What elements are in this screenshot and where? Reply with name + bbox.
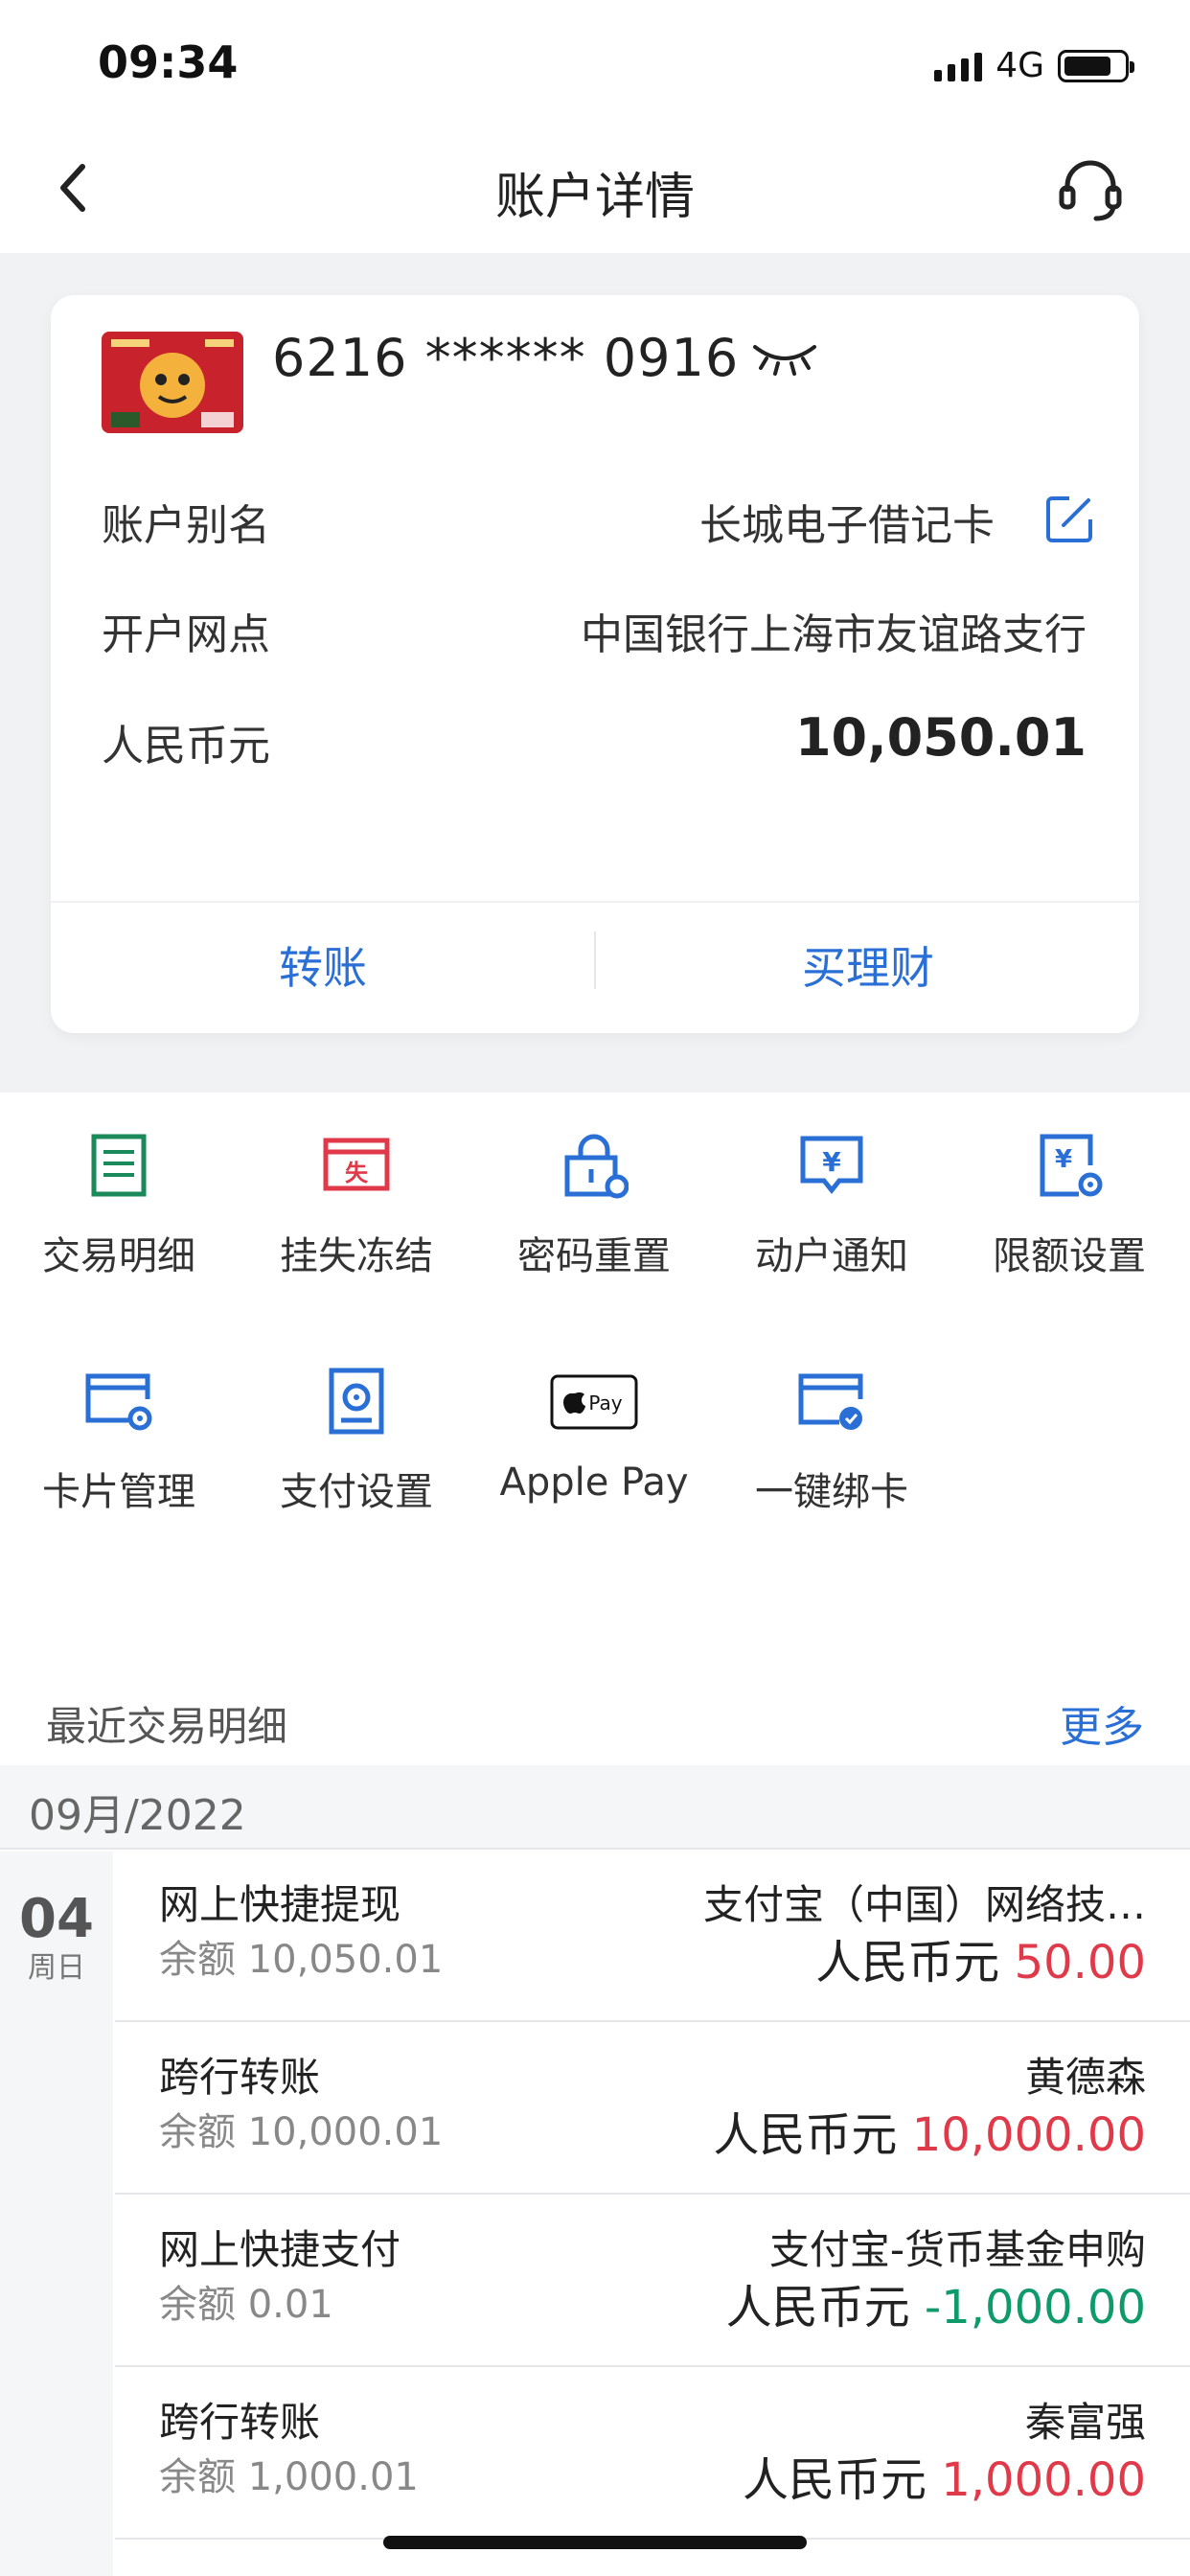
transaction-party: 黄德森 <box>1024 2054 1146 2101</box>
func-card-management[interactable]: 卡片管理 <box>0 1367 238 1516</box>
card-number: 6216 ****** 0916 <box>272 328 740 388</box>
card-image <box>102 332 243 433</box>
home-indicator[interactable] <box>383 2536 807 2549</box>
svg-text:¥: ¥ <box>822 1146 841 1178</box>
amount-value: 50.00 <box>1014 1936 1146 1990</box>
pay-settings-icon <box>329 1368 384 1435</box>
func-label: 一键绑卡 <box>755 1470 908 1514</box>
func-label: 交易明细 <box>42 1234 195 1278</box>
alias-label: 账户别名 <box>102 501 270 550</box>
func-label: 支付设置 <box>280 1470 433 1514</box>
amount-value: -1,000.00 <box>924 2281 1146 2334</box>
transaction-type: 网上快捷支付 <box>159 2226 401 2273</box>
currency-label: 人民币元 <box>725 2281 910 2334</box>
func-payment-settings[interactable]: 支付设置 <box>238 1367 475 1516</box>
transaction-row[interactable]: 跨行转账 余额 1,000.01 秦富强 人民币元 1,000.00 <box>115 2367 1190 2540</box>
bind-card-icon <box>798 1373 863 1430</box>
currency-label: 人民币元 <box>815 1936 1000 1990</box>
transaction-amount: 人民币元 10,000.00 <box>713 2097 1146 2164</box>
transaction-balance: 余额 0.01 <box>159 2283 333 2327</box>
report-loss-icon: 失 <box>323 1138 390 1191</box>
svg-text:Pay: Pay <box>588 1392 622 1414</box>
alias-value: 长城电子借记卡 <box>699 501 995 550</box>
func-account-notify[interactable]: ¥ 动户通知 <box>713 1131 950 1280</box>
transaction-party: 秦富强 <box>1024 2399 1146 2446</box>
battery-icon <box>1058 49 1134 82</box>
more-link[interactable]: 更多 <box>1060 1692 1144 1754</box>
func-label: Apple Pay <box>499 1460 689 1505</box>
eye-closed-icon[interactable] <box>751 337 818 376</box>
chevron-left-icon[interactable] <box>44 153 102 222</box>
day-number: 04 <box>19 1888 94 1950</box>
notify-icon: ¥ <box>800 1136 863 1195</box>
limit-settings-icon: ¥ <box>1040 1134 1103 1197</box>
amount-value: 1,000.00 <box>941 2453 1146 2507</box>
branch-value: 中国银行上海市友谊路支行 <box>581 610 1087 659</box>
func-apple-pay[interactable]: Pay Apple Pay <box>475 1367 713 1505</box>
page-title: 账户详情 <box>494 169 695 226</box>
func-password-reset[interactable]: 密码重置 <box>475 1131 713 1280</box>
transaction-amount: 人民币元 1,000.00 <box>743 2442 1146 2509</box>
transaction-type: 跨行转账 <box>159 2399 321 2446</box>
transaction-amount: 人民币元 -1,000.00 <box>726 2269 1146 2336</box>
card-divider <box>51 901 1139 903</box>
currency-label: 人民币元 <box>713 2108 898 2162</box>
transaction-party: 支付宝-货币基金申购 <box>768 2226 1146 2273</box>
func-report-loss[interactable]: 失 挂失冻结 <box>238 1131 475 1280</box>
account-balance: 10,050.01 <box>794 707 1087 768</box>
currency-label: 人民币元 <box>102 722 270 770</box>
transaction-type: 网上快捷提现 <box>159 1881 401 1928</box>
currency-label: 人民币元 <box>742 2453 927 2507</box>
signal-icon <box>934 51 983 81</box>
weekday-label: 周日 <box>28 1951 85 1985</box>
transaction-row[interactable]: 跨行转账 余额 10,000.01 黄德森 人民币元 10,000.00 <box>115 2022 1190 2195</box>
transaction-balance: 余额 10,000.01 <box>159 2110 444 2154</box>
month-label: 09月/2022 <box>29 1791 246 1840</box>
edit-icon[interactable] <box>1042 493 1096 546</box>
func-one-click-bind[interactable]: 一键绑卡 <box>713 1367 950 1516</box>
amount-value: 10,000.00 <box>911 2108 1146 2162</box>
recent-section-title: 最近交易明细 <box>46 1703 288 1750</box>
func-label: 动户通知 <box>755 1234 908 1278</box>
branch-label: 开户网点 <box>102 610 270 659</box>
status-time: 09:34 <box>98 36 239 88</box>
transaction-amount: 人民币元 50.00 <box>815 1924 1146 1991</box>
buy-wealth-button[interactable]: 买理财 <box>596 933 1140 997</box>
list-icon <box>91 1134 147 1197</box>
card-settings-icon <box>85 1373 152 1431</box>
func-limit-settings[interactable]: ¥ 限额设置 <box>950 1131 1188 1280</box>
apple-pay-icon: Pay <box>550 1374 638 1430</box>
func-label: 密码重置 <box>517 1234 671 1278</box>
func-label: 限额设置 <box>993 1234 1146 1278</box>
transaction-row[interactable]: 网上快捷支付 余额 0.01 支付宝-货币基金申购 人民币元 -1,000.00 <box>115 2195 1190 2367</box>
svg-text:失: 失 <box>345 1160 369 1186</box>
transaction-row[interactable]: 网上快捷提现 余额 10,050.01 支付宝（中国）网络技… 人民币元 50.… <box>115 1850 1190 2022</box>
headset-icon[interactable] <box>1054 153 1127 226</box>
network-label: 4G <box>995 46 1044 85</box>
func-transaction-detail[interactable]: 交易明细 <box>0 1131 238 1280</box>
svg-text:¥: ¥ <box>1055 1145 1072 1174</box>
func-label: 挂失冻结 <box>280 1234 433 1278</box>
transaction-party: 支付宝（中国）网络技… <box>702 1881 1146 1928</box>
status-indicators: 4G <box>934 46 1134 85</box>
transaction-balance: 余额 1,000.01 <box>159 2455 419 2499</box>
func-label: 卡片管理 <box>42 1470 195 1514</box>
lock-reset-icon <box>564 1134 629 1199</box>
transfer-button[interactable]: 转账 <box>51 933 595 997</box>
transaction-balance: 余额 10,050.01 <box>159 1938 444 1982</box>
transaction-type: 跨行转账 <box>159 2054 321 2101</box>
